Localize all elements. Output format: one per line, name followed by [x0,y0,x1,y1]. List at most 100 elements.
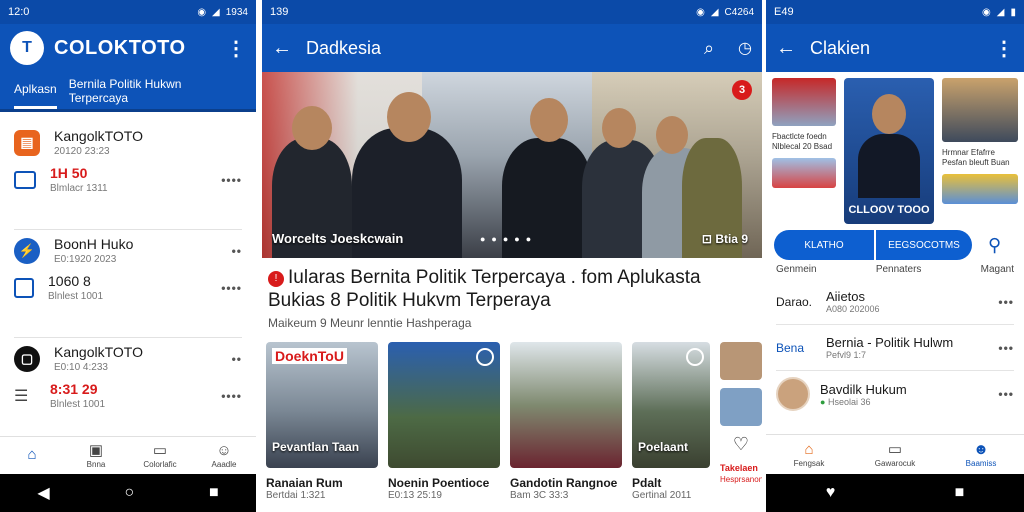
thumbnail-row: DoeknToU Pevantlan Taan Ranaian Rum Bert… [262,334,762,501]
wifi-icon: ◉ [197,6,207,18]
more-menu-icon[interactable]: ⋮ [226,36,246,61]
thumbnail-card[interactable]: Poelaant Pdalt Gertinal 2011 [632,342,710,501]
list-item[interactable]: ⚡ BoonH Huko E0:1920 2023 •• 1060 8 Blnl… [14,230,242,338]
carousel-dots[interactable]: ●●●●● [480,234,537,244]
list-item[interactable]: Bena Bernia - Politik Hulwm Pefvl9 1:7 •… [776,325,1014,371]
list-item[interactable]: Bavdilk Hukum ● Hseolai 36 ••• [776,371,1014,417]
item-menu-icon[interactable]: ••• [998,387,1014,401]
nav-profile[interactable]: ☻ Baamiss [938,435,1024,474]
item-sub: Hseolai 36 [827,396,871,407]
screen-home: 12:0 ◉ ◢ 1934 T COLOKTOTO ⋮ Aplkasn Bern… [0,0,256,512]
side-column: ♡ Takelaen Hesprsanon [720,342,762,501]
battery-level: C4264 [724,6,754,18]
list-item[interactable]: Darao. Aiietos A080 202006 ••• [776,279,1014,325]
news-thumbnail[interactable] [942,78,1018,142]
heart-icon[interactable]: ♡ [720,434,762,455]
item-more-icon[interactable]: •• [232,352,242,366]
screen-news: E49 ◉ ◢ ▮ ← Clakien ⋮ Fbactlcte foedn Nl… [766,0,1024,512]
item-menu-icon[interactable]: •••• [221,173,242,187]
segment-right-button[interactable]: EEGSOCOTMS [876,230,972,260]
thumbnail-card[interactable]: Noenin Poentioce E0:13 25:19 [388,342,500,501]
side-caption: Takelaen [720,463,758,473]
label-pennaters[interactable]: Pennaters [876,264,922,275]
signal-icon: ◢ [212,6,220,18]
nav-profile[interactable]: ☺ Aaadle [192,437,256,474]
info-icon[interactable] [476,348,494,366]
news-snippet: Fbactlcte foedn Nlblecal 20 Bsad [772,132,833,151]
search-icon[interactable]: ⌕ [704,38,714,59]
segment-left-button[interactable]: KLATHO [774,230,874,260]
news-thumbnail[interactable] [942,174,1018,204]
location-pin-icon[interactable]: ⚲ [988,235,1001,256]
thumbnail-card[interactable]: Gandotin Rangnoe Bam 3C 33:3 [510,342,622,501]
clock-icon[interactable]: ◷ [738,38,752,58]
tab-aplikasi[interactable]: Aplkasn [14,72,57,109]
home-circle-icon[interactable]: ○ [124,484,134,502]
item-more-icon[interactable]: •• [232,244,242,258]
item-menu-icon[interactable]: •••• [221,281,242,295]
bottom-nav: ⌂ Fengsak ▭ Gawarocuk ☻ Baamiss [766,434,1024,474]
item-menu-icon[interactable]: ••• [998,341,1014,355]
add-icon[interactable] [686,348,704,366]
featured-label: CLLOOV TOOO [848,204,930,216]
online-dot-icon: ● [820,396,826,407]
back-triangle-icon[interactable]: ◀ [37,483,49,503]
nav-calendar[interactable]: ▣ Bnna [64,437,128,474]
nav-gallery[interactable]: ▭ Colorlafic [128,437,192,474]
nav-home[interactable]: ⌂ Fengsak [766,435,852,474]
heart-nav-icon[interactable]: ♥ [826,484,836,502]
status-time: E49 [774,6,794,18]
news-thumbnail[interactable] [772,78,836,126]
app-bar: T COLOKTOTO ⋮ [0,24,256,72]
back-arrow-icon[interactable]: ← [272,37,296,60]
side-thumbnail[interactable] [720,388,762,426]
app-logo-icon: T [10,31,44,65]
news-list: Darao. Aiietos A080 202006 ••• Bena Bern… [766,279,1024,417]
system-nav-bar: ◀ ○ ■ [0,474,256,512]
status-bar: 139 ◉ ◢ C4264 [262,0,762,24]
more-menu-icon[interactable]: ⋮ [994,36,1014,61]
signal-icon: ◢ [996,6,1005,18]
side-sub: Hesprsanon [720,475,762,484]
news-thumbnail[interactable] [772,158,836,188]
recents-square-icon[interactable]: ■ [955,484,965,502]
back-arrow-icon[interactable]: ← [776,37,800,60]
article-subline: Maikeum 9 Meunr lenntie Hashperaga [268,316,472,330]
app-bar: ← Dadkesia ⌕ ◷ [262,24,762,72]
label-genmein[interactable]: Genmein [776,264,817,275]
thumb-caption: Ranaian Rum [266,476,343,490]
item-lead: Darao. [776,294,813,309]
thumbnail-card[interactable]: DoeknToU Pevantlan Taan Ranaian Rum Bert… [266,342,378,501]
screen-article: 139 ◉ ◢ C4264 ← Dadkesia ⌕ ◷ 3 Worcelts … [262,0,762,512]
featured-card[interactable]: CLLOOV TOOO [844,78,934,224]
thumb-caption: Pdalt [632,476,662,490]
tab-bar: Aplkasn Bernila Politik Hukwn Terpercaya [0,72,256,112]
item-date: E0:10 4:233 [54,362,108,373]
item-price-sub: Blnlest 1001 [50,399,106,410]
thumb-label: Pevantlan Taan [272,440,360,454]
nav-messages[interactable]: ▭ Gawarocuk [852,435,938,474]
battery-level: 1934 [225,6,248,18]
hero-caption: Worcelts Joeskcwain [272,231,404,246]
wifi-icon: ◉ [982,6,991,18]
item-title: KangolkTOTO [54,344,143,360]
lightning-icon: ⚡ [14,237,40,264]
label-magant[interactable]: Magant [981,264,1014,275]
item-menu-icon[interactable]: •••• [221,389,242,403]
ticket-icon: ▤ [14,129,40,156]
list-item[interactable]: ▢ KangolkTOTO E0:10 4:233 •• ☰ 8:31 29 B… [14,338,242,446]
message-icon: ▭ [887,440,903,458]
nav-home[interactable]: ⌂ [0,437,64,474]
tab-berita[interactable]: Bernila Politik Hukwn Terpercaya [69,67,242,115]
thumb-date: Bam 3C 33:3 [510,490,569,501]
article-headline[interactable]: ! Iularas Bernita Politik Terpercaya . fo… [262,258,762,312]
avatar [776,377,810,411]
news-grid: Fbactlcte foedn Nlblecal 20 Bsad CLLOOV … [766,72,1024,224]
recents-square-icon[interactable]: ■ [209,484,219,502]
label-row: Genmein Pennaters Magant [766,260,1024,279]
side-thumbnail[interactable] [720,342,762,380]
item-menu-icon[interactable]: ••• [998,295,1014,309]
list-item[interactable]: ▤ KangolkTOTO 20120 23:23 1H 50 Blmlacr … [14,122,242,230]
item-sub: A080 202006 [826,304,880,314]
hero-image[interactable]: 3 Worcelts Joeskcwain ●●●●● ⊡ Btia 9 [262,72,762,258]
